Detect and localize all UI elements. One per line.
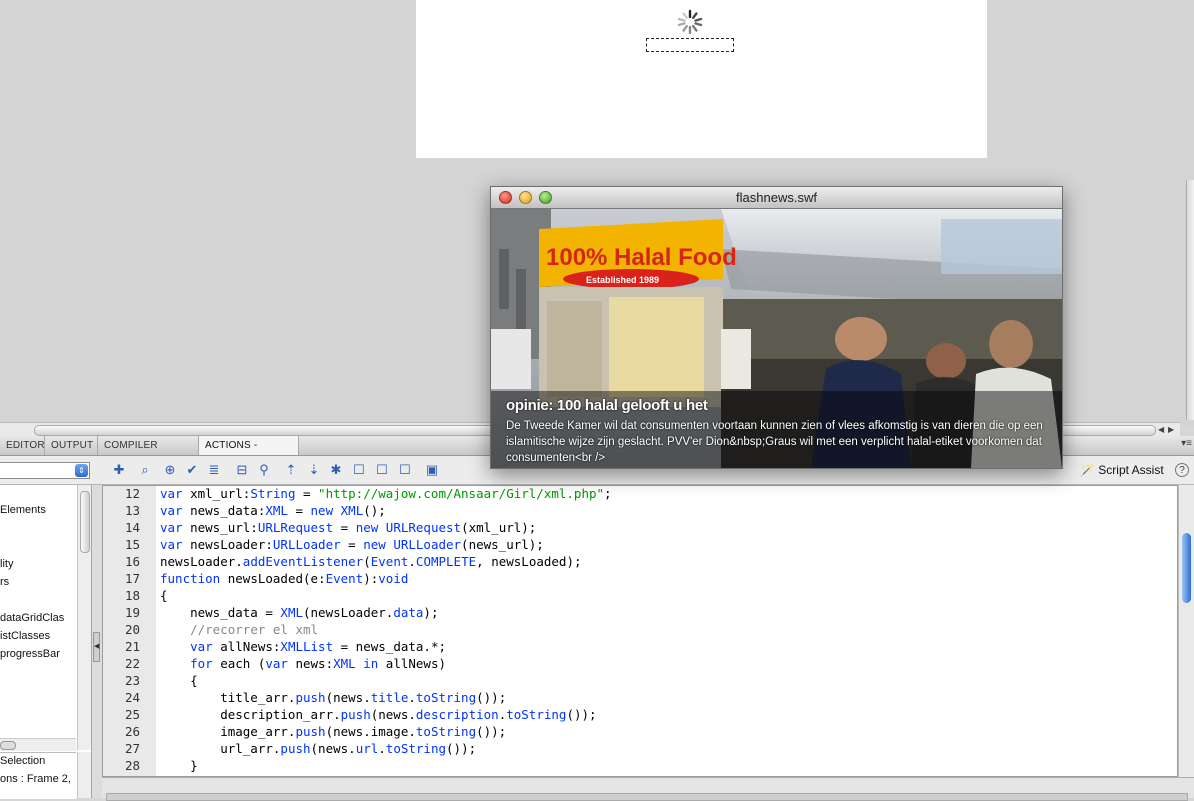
navigator-vertical-scrollbar[interactable]	[77, 752, 91, 798]
help-icon[interactable]: ?	[1175, 463, 1189, 477]
code-line[interactable]: var news_data:XML = new XML();	[160, 503, 386, 518]
line-number: 28	[124, 758, 140, 773]
code-line[interactable]: var news_url:URLRequest = new URLRequest…	[160, 520, 536, 535]
line-number: 21	[124, 639, 140, 654]
show-hide-toolbox-icon[interactable]: ▣	[423, 461, 441, 479]
collapse-selection-icon[interactable]: ⇣	[305, 461, 323, 479]
news-description: De Tweede Kamer wil dat consumenten voor…	[506, 420, 1043, 464]
zoom-window-button[interactable]	[539, 191, 552, 204]
code-line[interactable]: var newsLoader:URLLoader = new URLLoader…	[160, 537, 544, 552]
line-number: 24	[124, 690, 140, 705]
line-number: 16	[124, 554, 140, 569]
collapse-left-arrow-icon[interactable]: ◀	[93, 632, 100, 662]
find-icon[interactable]: ⌕	[136, 461, 154, 479]
tab-output[interactable]: OUTPUT	[45, 436, 98, 455]
line-number: 19	[124, 605, 140, 620]
line-number: 20	[124, 622, 140, 637]
swf-content-area[interactable]: 100% Halal Food Established 1989 opinie:…	[491, 209, 1062, 468]
show-code-hint-icon[interactable]: ⊟	[233, 461, 251, 479]
line-number: 17	[124, 571, 140, 586]
code-line[interactable]: description_arr.push(news.description.to…	[160, 707, 596, 722]
code-line[interactable]: var allNews:XMLList = news_data.*;	[160, 639, 446, 654]
editor-status-strip	[102, 777, 1194, 801]
code-line[interactable]: for each (var news:XML in allNews)	[160, 656, 446, 671]
sign-subtext: Established 1989	[586, 275, 659, 285]
scroll-right-arrow-icon[interactable]: ▶	[1168, 425, 1174, 434]
code-line[interactable]: {	[160, 673, 198, 688]
line-number: 13	[124, 503, 140, 518]
magic-wand-icon: 🪄	[1080, 463, 1095, 477]
sign-text: 100% Halal Food	[546, 244, 737, 271]
code-editor[interactable]: 12 13 14 15 16 17 18 19 20 21 22 23 24 25 26 27 28 var x…	[102, 485, 1178, 777]
editor-scroll-thumb[interactable]	[1182, 533, 1191, 603]
stage-vertical-scrollbar[interactable]	[1186, 180, 1194, 420]
line-number: 23	[124, 673, 140, 688]
code-line[interactable]: //recorrer el xml	[160, 622, 318, 637]
scroll-left-arrow-icon[interactable]: ◀	[1158, 425, 1164, 434]
script-assist-label: Script Assist	[1098, 463, 1164, 477]
window-title: flashnews.swf	[736, 190, 817, 205]
line-number: 15	[124, 537, 140, 552]
script-navigator: Selection ons : Frame 2,	[0, 752, 76, 799]
apply-block-comment-icon[interactable]: ☐	[350, 461, 368, 479]
check-syntax-icon[interactable]: ✔	[183, 461, 201, 479]
chevron-updown-icon[interactable]: ⇕	[75, 464, 88, 477]
close-window-button[interactable]	[499, 191, 512, 204]
auto-format-icon[interactable]: ≣	[205, 461, 223, 479]
line-number: 18	[124, 588, 140, 603]
tab-editor[interactable]: EDITOR	[0, 436, 45, 455]
line-number: 14	[124, 520, 140, 535]
tree-item[interactable]: istClasses	[0, 630, 76, 642]
minimize-window-button[interactable]	[519, 191, 532, 204]
toolbox-vertical-scrollbar[interactable]	[77, 485, 91, 750]
navigator-item-selection[interactable]: Selection	[0, 755, 76, 767]
window-titlebar[interactable]: flashnews.swf	[491, 187, 1062, 209]
toolbox-scroll-thumb[interactable]	[80, 491, 90, 553]
debug-options-icon[interactable]: ⚲	[255, 461, 273, 479]
code-line[interactable]: function newsLoaded(e:Event):void	[160, 571, 408, 586]
tree-item[interactable]: Elements	[0, 504, 76, 516]
editor-horizontal-scrollbar[interactable]	[106, 793, 1188, 801]
loading-spinner-icon	[677, 9, 703, 35]
news-headline[interactable]: opinie: 100 halal gelooft u het	[506, 397, 708, 414]
collapse-between-braces-icon[interactable]: ⇡	[282, 461, 300, 479]
tab-compiler-errors[interactable]: COMPILER ERRORS	[98, 436, 199, 470]
script-assist-button[interactable]: 🪄 Script Assist	[1080, 463, 1164, 477]
line-number: 22	[124, 656, 140, 671]
tree-item[interactable]: lity	[0, 558, 76, 570]
tree-item[interactable]: rs	[0, 576, 76, 588]
panel-menu-icon[interactable]: ▾≡	[1181, 438, 1192, 449]
code-line[interactable]: {	[160, 588, 168, 603]
flash-player-window[interactable]: flashnews.swf 100% Halal Food Establishe…	[490, 186, 1063, 469]
tree-item[interactable]: dataGridClas	[0, 612, 76, 624]
code-line[interactable]: newsLoader.addEventListener(Event.COMPLE…	[160, 554, 582, 569]
code-line[interactable]: var xml_url:String = "http://wajow.com/A…	[160, 486, 612, 501]
tab-actions-frame[interactable]: ACTIONS - FRAME	[199, 436, 299, 470]
line-number: 26	[124, 724, 140, 739]
apply-line-comment-icon[interactable]: ☐	[373, 461, 391, 479]
script-target-select[interactable]: ⇕	[0, 462, 90, 479]
remove-comment-icon[interactable]: ☐	[396, 461, 414, 479]
toolbox-horizontal-scrollbar[interactable]	[0, 738, 76, 751]
code-line[interactable]: url_arr.push(news.url.toString());	[160, 741, 476, 756]
add-statement-icon[interactable]: ✚	[110, 461, 128, 479]
line-number: 25	[124, 707, 140, 722]
toolbox-horizontal-scroll-thumb[interactable]	[0, 741, 16, 750]
line-number: 12	[124, 486, 140, 501]
tree-item[interactable]: progressBar	[0, 648, 76, 660]
expand-all-icon[interactable]: ✱	[327, 461, 345, 479]
code-line[interactable]: image_arr.push(news.image.toString());	[160, 724, 506, 739]
actions-toolbox-panel: Elements lity rs dataGridClas istClasses…	[0, 485, 92, 799]
code-line[interactable]: title_arr.push(news.title.toString());	[160, 690, 506, 705]
navigator-item-frame[interactable]: ons : Frame 2,	[0, 773, 76, 785]
progress-bar-outline	[646, 38, 734, 52]
insert-target-path-icon[interactable]: ⊕	[161, 461, 179, 479]
line-number: 27	[124, 741, 140, 756]
code-line[interactable]: news_data = XML(newsLoader.data);	[160, 605, 438, 620]
code-line[interactable]: }	[160, 758, 198, 773]
editor-vertical-scrollbar[interactable]	[1178, 485, 1194, 777]
